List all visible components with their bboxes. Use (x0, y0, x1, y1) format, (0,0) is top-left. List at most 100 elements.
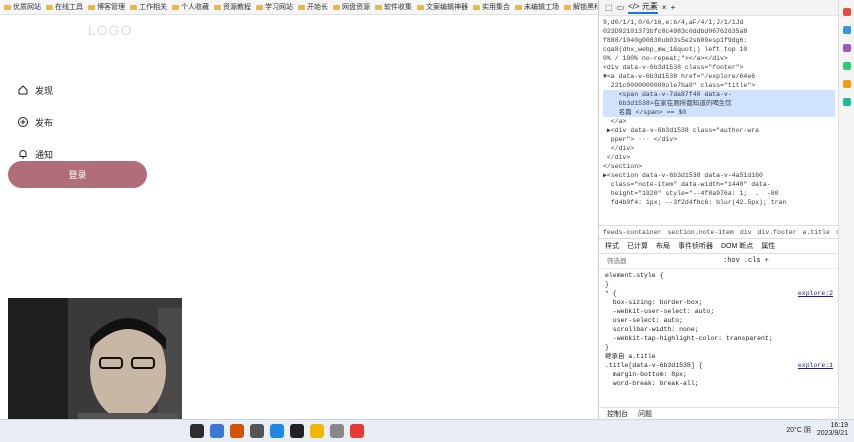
dom-line[interactable]: </section> (603, 162, 835, 171)
styles-subtab[interactable]: DOM 断点 (721, 241, 753, 251)
breadcrumb-item[interactable]: a.title (803, 229, 830, 236)
styles-subtab[interactable]: 样式 (605, 241, 619, 251)
inspect-icon[interactable]: ⬚ (605, 3, 613, 12)
styles-subtab[interactable]: 事件侦听器 (678, 241, 713, 251)
dom-line[interactable]: 0% / 100% no-repeat;"></a></div> (603, 54, 835, 63)
login-button[interactable]: 登录 (8, 161, 147, 188)
taskbar-app-icon[interactable] (250, 424, 264, 438)
style-line[interactable]: } (605, 343, 833, 352)
style-line[interactable]: } (605, 280, 833, 289)
taskbar-app-icon[interactable] (290, 424, 304, 438)
bookmark-item[interactable]: 学习网站 (256, 2, 293, 12)
style-line[interactable]: margin-bottom: 8px; (605, 370, 833, 379)
bookmark-item[interactable]: 软件收集 (375, 2, 412, 12)
dom-line[interactable]: ▶<div data-v-6b3d1538 class="author-wra (603, 126, 835, 135)
dom-line[interactable]: 名篇 </span> == $0 (603, 108, 835, 117)
dom-line[interactable]: ▼<a data-v-6b3d1538 href="/explore/64e6 (603, 72, 835, 81)
taskbar-app-icon[interactable] (330, 424, 344, 438)
hov-toggle[interactable]: :hov (723, 257, 740, 265)
bookmark-item[interactable]: 未编辑工场 (515, 2, 559, 12)
bookmark-item[interactable]: 在线工具 (46, 2, 83, 12)
styles-subtabs[interactable]: 样式 已计算 布局 事件侦听器 DOM 断点 属性 (599, 239, 839, 254)
sidebar-app-icon[interactable] (842, 80, 851, 88)
breadcrumb-item[interactable]: section.note-item (668, 229, 734, 236)
bookmark-item[interactable]: 资源教程 (214, 2, 251, 12)
styles-pane[interactable]: element.style {} * {explore:2 box-sizing:… (599, 269, 839, 390)
style-line[interactable]: 继承自 a.title (605, 352, 833, 361)
bookmark-item[interactable]: 文案编辑神器 (417, 2, 468, 12)
style-line[interactable]: user-select: auto; (605, 316, 833, 325)
style-line[interactable]: word-break: break-all; (605, 379, 833, 388)
dom-line[interactable]: 023D92101373bfc8c4983c0ddbd06762635a8 (603, 27, 835, 36)
styles-filter: :hov .cls + (599, 254, 839, 269)
bookmark-item[interactable]: 优质网站 (4, 2, 41, 12)
taskbar-app-icon[interactable] (350, 424, 364, 438)
dom-line[interactable]: 6b3d1538>在家在厕所都知道的喝生饮 (603, 99, 835, 108)
close-icon[interactable]: × (662, 3, 667, 12)
styles-subtab[interactable]: 已计算 (627, 241, 648, 251)
styles-subtab[interactable]: 布局 (656, 241, 670, 251)
style-line[interactable]: scrollbar-width: none; (605, 325, 833, 334)
clock[interactable]: 16:19 2023/9/21 (817, 422, 848, 438)
style-line[interactable]: box-sizing: border-box; (605, 298, 833, 307)
tab-elements[interactable]: </> 元素 (628, 1, 658, 14)
dom-line[interactable]: <span data-v-7da87f40 data-v- (603, 90, 835, 99)
dom-breadcrumb[interactable]: feeds-container section.note-item div div.f… (599, 225, 839, 239)
bookmark-label: 博客管理 (97, 4, 125, 11)
folder-icon (4, 4, 11, 10)
styles-subtab[interactable]: 属性 (761, 241, 775, 251)
dom-line[interactable]: </div> (603, 144, 835, 153)
weather-label[interactable]: 20°C 阴 (786, 425, 811, 435)
style-line[interactable]: * {explore:2 (605, 289, 833, 298)
style-source-link[interactable]: explore:1 (798, 361, 833, 370)
dom-line[interactable]: cqa8(dhx_webp_mw_1&quot;) left top 10 (603, 45, 835, 54)
dom-line[interactable]: class="note-item" data-width="1440" data… (603, 180, 835, 189)
bookmark-item[interactable]: 网盘资源 (333, 2, 370, 12)
sidebar-app-icon[interactable] (842, 62, 851, 70)
bookmark-item[interactable]: 实用集合 (473, 2, 510, 12)
dom-line[interactable]: height="1920" style="--4f8a976a: 1; . -8… (603, 189, 835, 198)
taskbar-app-icon[interactable] (210, 424, 224, 438)
breadcrumb-item[interactable]: div.footer (758, 229, 797, 236)
bookmark-item[interactable]: 个人收藏 (172, 2, 209, 12)
dom-line[interactable]: 221c0000000000ole7ba0" class="title"> (603, 81, 835, 90)
dom-line[interactable]: fd4b0f4: 1px; --3f2d4fbc6: blur(42.5px);… (603, 198, 835, 207)
add-icon[interactable]: + (671, 3, 676, 12)
nav-item-publish[interactable]: 发布 (17, 106, 53, 138)
dom-line[interactable]: 9,d0/1/1,0/6/16,e:b/4,aF/4/1;J/1/1Jd (603, 18, 835, 27)
style-line[interactable]: element.style { (605, 271, 833, 280)
taskbar-app-icon[interactable] (270, 424, 284, 438)
taskbar-app-icon[interactable] (190, 424, 204, 438)
new-rule-button[interactable]: + (765, 257, 769, 265)
drawer-tab-console[interactable]: 控制台 (607, 409, 628, 419)
sidebar-app-icon[interactable] (842, 98, 851, 106)
dom-line[interactable]: ▶<section data-v-6b3d1538 data-v-4a51d16… (603, 171, 835, 180)
breadcrumb-item[interactable]: div (740, 229, 752, 236)
folder-icon (172, 4, 179, 10)
bookmark-item[interactable]: 工作相关 (130, 2, 167, 12)
breadcrumb-item[interactable]: feeds-container (603, 229, 662, 236)
bookmark-item[interactable]: 开始长 (298, 2, 328, 12)
sidebar-app-icon[interactable] (842, 44, 851, 52)
dom-line[interactable]: </div> (603, 153, 835, 162)
drawer-tab-issues[interactable]: 问题 (638, 409, 652, 419)
style-line[interactable]: .title[data-v-6b3d1538] {explore:1 (605, 361, 833, 370)
style-line[interactable]: -webkit-tap-highlight-color: transparent… (605, 334, 833, 343)
taskbar-app-icon[interactable] (230, 424, 244, 438)
bookmark-item[interactable]: 博客管理 (88, 2, 125, 12)
device-icon[interactable]: ▭ (617, 3, 625, 12)
taskbar-app-icon[interactable] (310, 424, 324, 438)
nav-item-discover[interactable]: 发现 (17, 74, 53, 106)
dom-line[interactable]: pper"> ··· </div> (603, 135, 835, 144)
cls-toggle[interactable]: .cls (744, 257, 761, 265)
sidebar-app-icon[interactable] (842, 26, 851, 34)
sidebar-app-icon[interactable] (842, 8, 851, 16)
bookmark-item[interactable]: 解锁黑科 (564, 2, 598, 12)
style-source-link[interactable]: explore:2 (798, 289, 833, 298)
dom-line[interactable]: <div data-v-6b3d1538 class="footer"> (603, 63, 835, 72)
filter-input[interactable] (605, 255, 719, 267)
dom-line[interactable]: f888/1040g00830ub03s5e2sb09esp1f9dg6: (603, 36, 835, 45)
style-line[interactable]: -webkit-user-select: auto; (605, 307, 833, 316)
dom-tree[interactable]: 9,d0/1/1,0/6/16,e:b/4,aF/4/1;J/1/1Jd 023D… (599, 16, 839, 225)
dom-line[interactable]: </a> (603, 117, 835, 126)
